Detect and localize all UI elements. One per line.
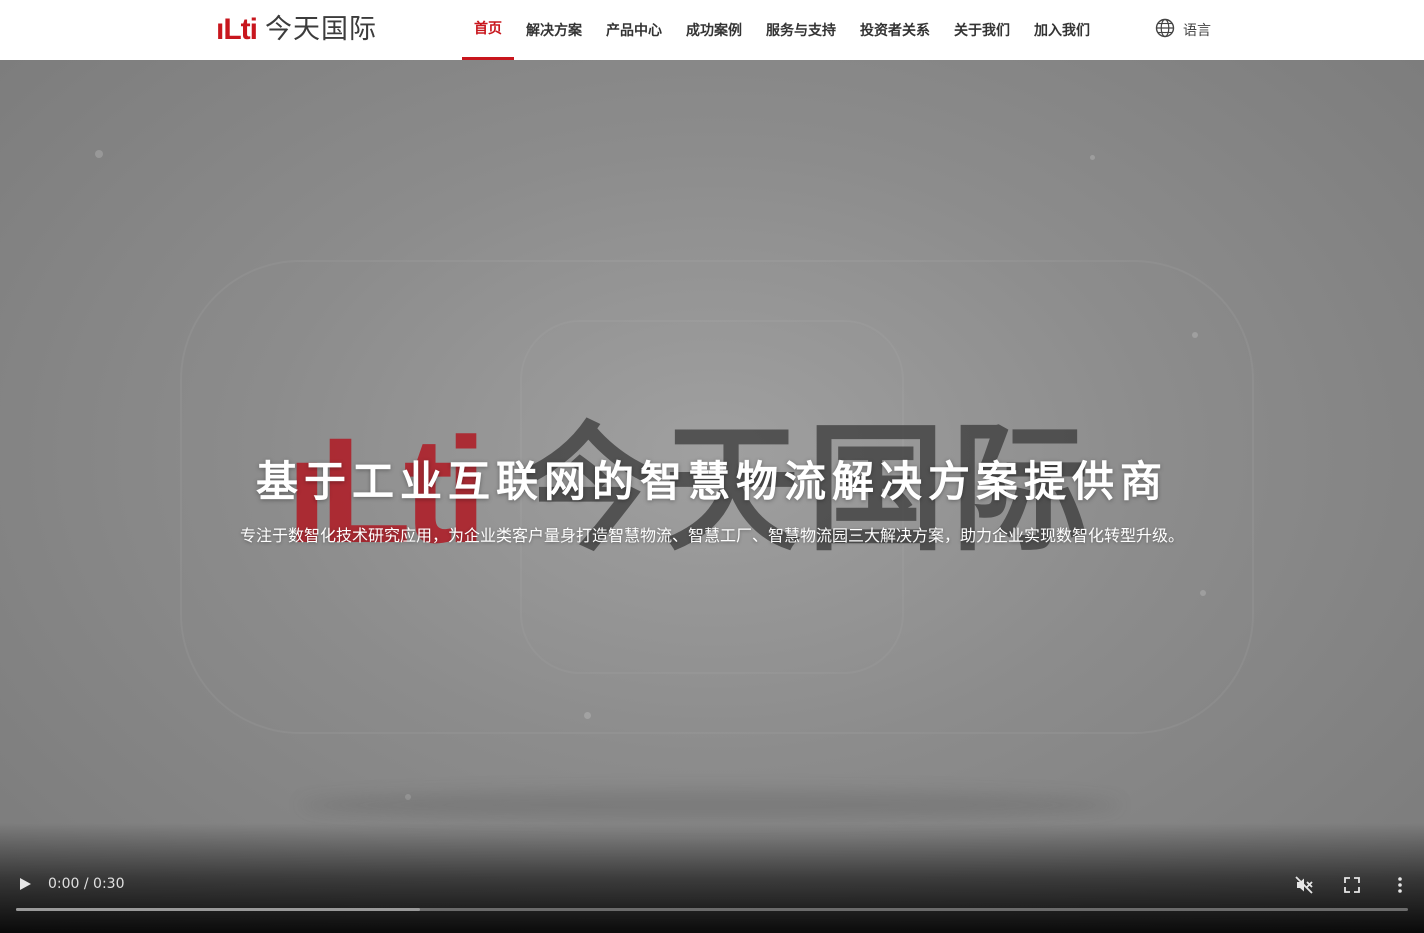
nav-item-join[interactable]: 加入我们 [1022,0,1102,60]
language-switcher[interactable]: 语言 [1155,18,1211,42]
dust-particle [1200,590,1206,596]
globe-icon [1155,18,1175,42]
video-controls [0,823,1424,933]
dust-particle [1090,155,1095,160]
nav-item-solutions[interactable]: 解决方案 [514,0,594,60]
video-buffer-bar [16,908,420,911]
hero-subtitle: 专注于数智化技术研究应用，为企业类客户量身打造智慧物流、智慧工厂、智慧物流园三大… [239,526,1184,545]
hero-video[interactable]: ıLti 今天国际 基于工业互联网的智慧物流解决方案提供商 专注于数智化技术研究… [0,60,1424,933]
site-logo[interactable]: ıLti 今天国际 [216,13,377,47]
play-icon[interactable] [16,875,34,893]
nav-item-service[interactable]: 服务与支持 [754,0,848,60]
nav-item-cases[interactable]: 成功案例 [674,0,754,60]
volume-muted-icon[interactable] [1294,875,1314,895]
video-logo-shadow [300,790,1120,820]
logo-mark: ıLti [216,13,258,46]
hero-title: 基于工业互联网的智慧物流解决方案提供商 [255,457,1168,506]
nav-item-investors[interactable]: 投资者关系 [848,0,942,60]
nav-item-products[interactable]: 产品中心 [594,0,674,60]
dust-particle [584,712,591,719]
dust-particle [95,150,103,158]
dust-particle [1192,332,1198,338]
main-nav: 首页 解决方案 产品中心 成功案例 服务与支持 投资者关系 关于我们 加入我们 [462,0,1102,60]
logo-text: 今天国际 [265,14,377,45]
video-time: 0:00 / 0:30 [48,876,125,892]
video-progress-bar[interactable] [16,908,1408,911]
nav-item-home[interactable]: 首页 [462,0,514,60]
language-label: 语言 [1183,23,1211,39]
nav-item-about[interactable]: 关于我们 [942,0,1022,60]
fullscreen-icon[interactable] [1342,875,1362,895]
site-header: ıLti 今天国际 首页 解决方案 产品中心 成功案例 服务与支持 投资者关系 … [0,0,1424,60]
more-vertical-icon[interactable] [1390,875,1410,895]
